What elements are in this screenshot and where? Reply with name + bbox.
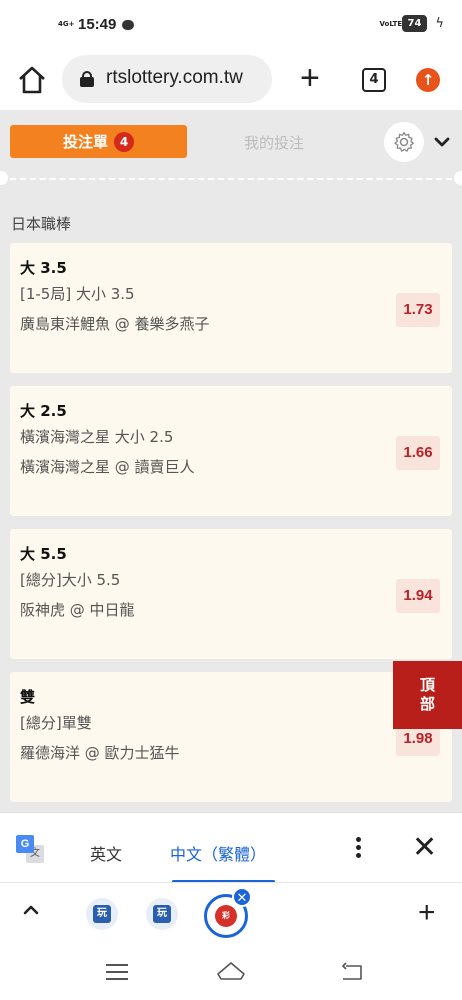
bet-card[interactable]: 雙 [總分]單雙 羅德海洋 @ 歐力士猛牛 1.98 bbox=[10, 672, 452, 802]
bet-match: 阪神虎 @ 中日龍 bbox=[20, 601, 135, 619]
bet-match: 羅德海洋 @ 歐力士猛牛 bbox=[20, 744, 180, 762]
signal-icon: 4G+ bbox=[58, 20, 75, 28]
add-tab-button[interactable]: + bbox=[418, 893, 436, 933]
bet-odds[interactable]: 1.73 bbox=[396, 293, 440, 327]
tab-my-bets[interactable]: 我的投注 bbox=[244, 132, 304, 153]
bet-card[interactable]: 大 3.5 [1-5局] 大小 3.5 廣島東洋鯉魚 @ 養樂多燕子 1.73 bbox=[10, 243, 452, 373]
update-icon[interactable]: ↑ bbox=[416, 68, 440, 92]
lock-icon bbox=[80, 71, 94, 87]
menu-icon[interactable] bbox=[106, 964, 128, 980]
dashed-divider bbox=[10, 178, 452, 180]
clock: 15:49 bbox=[78, 16, 117, 33]
bet-odds[interactable]: 1.94 bbox=[396, 579, 440, 613]
web-content: 投注單 4 我的投注 日本職棒 大 3.5 [1-5局] 大小 3.5 廣島東洋… bbox=[0, 110, 462, 812]
bet-odds[interactable]: 1.66 bbox=[396, 436, 440, 470]
tab-favicon[interactable]: 玩 bbox=[146, 898, 178, 930]
battery-icon: 74 bbox=[401, 15, 428, 32]
tab-bet-slip-label: 投注單 bbox=[62, 133, 108, 151]
bet-pick: 大 2.5 bbox=[20, 402, 67, 420]
bet-market: [1-5局] 大小 3.5 bbox=[20, 285, 135, 303]
chevron-down-icon[interactable] bbox=[432, 132, 452, 152]
bet-pick: 雙 bbox=[20, 688, 36, 706]
bet-tabs: 投注單 4 我的投注 bbox=[0, 110, 462, 170]
translate-bar: 文 G 英文 中文（繁體） ✕ bbox=[0, 812, 462, 883]
browser-toolbar: rtslottery.com.tw + 4 ↑ bbox=[0, 50, 462, 110]
bet-pick: 大 5.5 bbox=[20, 545, 67, 563]
bet-market: [總分]單雙 bbox=[20, 714, 92, 732]
status-bar: 4G+ 15:49 VoLTE 74 ϟ bbox=[0, 0, 462, 50]
scroll-top-label-1: 頂 bbox=[419, 676, 435, 694]
bet-market: [總分]大小 5.5 bbox=[20, 571, 121, 589]
bet-pick: 大 3.5 bbox=[20, 259, 67, 277]
gear-icon[interactable] bbox=[384, 122, 424, 162]
home-outline-icon[interactable] bbox=[216, 960, 246, 982]
tab-bet-slip[interactable]: 投注單 4 bbox=[10, 125, 187, 158]
lang-option-chinese[interactable]: 中文（繁體） bbox=[170, 841, 266, 865]
league-title: 日本職棒 bbox=[11, 215, 72, 233]
home-icon[interactable] bbox=[16, 64, 48, 96]
bet-market: 橫濱海灣之星 大小 2.5 bbox=[20, 428, 174, 446]
bet-card[interactable]: 大 5.5 [總分]大小 5.5 阪神虎 @ 中日龍 1.94 bbox=[10, 529, 452, 659]
status-right: VoLTE 74 ϟ bbox=[379, 15, 444, 32]
bet-card[interactable]: 大 2.5 橫濱海灣之星 大小 2.5 橫濱海灣之星 @ 讀賣巨人 1.66 bbox=[10, 386, 452, 516]
ticket-notch-left bbox=[0, 171, 8, 185]
tab-strip: 玩 玩 彩 ✕ + bbox=[0, 882, 462, 946]
tab-favicon[interactable]: 玩 bbox=[86, 898, 118, 930]
scroll-top-button[interactable]: 頂 部 bbox=[393, 661, 462, 729]
lang-option-english[interactable]: 英文 bbox=[90, 841, 122, 865]
scroll-top-label-2: 部 bbox=[419, 695, 435, 713]
bet-count-badge: 4 bbox=[114, 131, 134, 152]
google-translate-icon: 文 G bbox=[16, 835, 44, 863]
charging-icon: ϟ bbox=[435, 16, 444, 31]
system-nav-bar bbox=[0, 946, 462, 1000]
back-icon[interactable] bbox=[340, 962, 364, 982]
ticket-notch-right bbox=[454, 171, 462, 185]
status-left: 4G+ 15:49 bbox=[58, 16, 135, 33]
bet-match: 廣島東洋鯉魚 @ 養樂多燕子 bbox=[20, 315, 210, 333]
chat-icon bbox=[122, 19, 135, 30]
volte-icon: VoLTE bbox=[379, 19, 403, 28]
close-icon[interactable]: ✕ bbox=[412, 831, 437, 865]
url-text: rtslottery.com.tw bbox=[106, 67, 243, 88]
new-tab-button[interactable]: + bbox=[300, 58, 320, 98]
close-tab-icon[interactable]: ✕ bbox=[232, 887, 252, 907]
chevron-up-icon[interactable] bbox=[22, 901, 40, 919]
address-bar[interactable]: rtslottery.com.tw bbox=[62, 55, 272, 103]
tab-switcher-icon[interactable]: 4 bbox=[362, 68, 386, 92]
more-vert-icon[interactable] bbox=[352, 837, 364, 861]
bet-match: 橫濱海灣之星 @ 讀賣巨人 bbox=[20, 458, 195, 476]
